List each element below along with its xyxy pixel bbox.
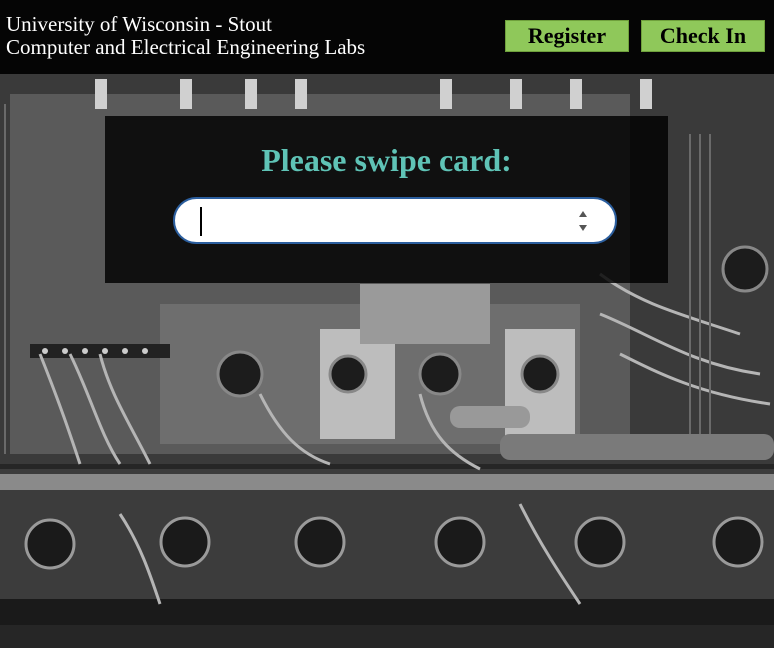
text-caret <box>200 207 202 236</box>
title-line-1: University of Wisconsin - Stout <box>6 12 272 36</box>
spinner-up-icon <box>579 211 587 217</box>
title-line-2: Computer and Electrical Engineering Labs <box>6 35 366 59</box>
card-number-input[interactable] <box>173 197 617 244</box>
site-title: University of Wisconsin - Stout Computer… <box>6 13 365 59</box>
swipe-prompt: Please swipe card: <box>261 142 512 178</box>
top-header: University of Wisconsin - Stout Computer… <box>0 0 774 74</box>
number-spinner[interactable] <box>577 206 589 236</box>
check-in-button[interactable]: Check In <box>641 20 765 52</box>
swipe-card-panel: Please swipe card: <box>105 116 668 283</box>
register-button[interactable]: Register <box>505 20 629 52</box>
spinner-down-icon <box>579 225 587 231</box>
